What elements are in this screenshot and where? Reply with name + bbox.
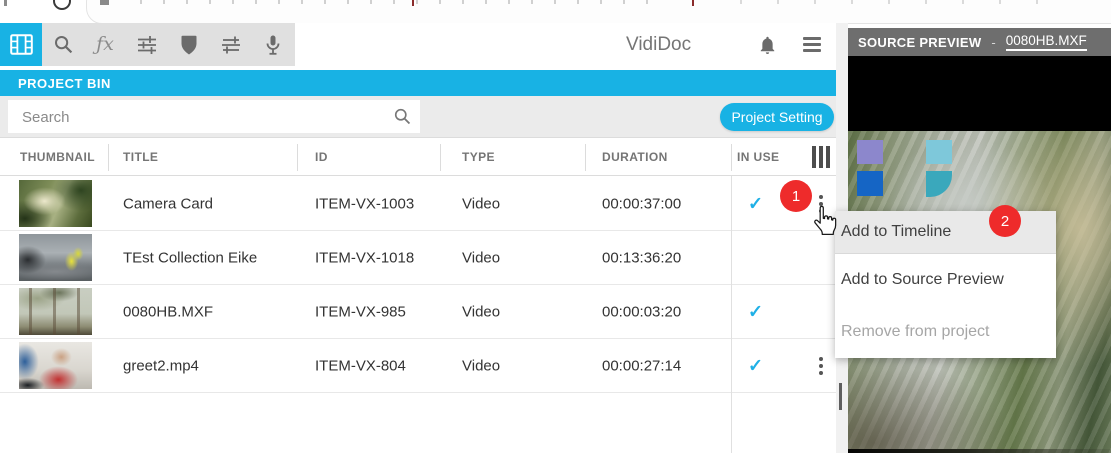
project-setting-button[interactable]: Project Setting bbox=[720, 103, 834, 131]
adjust-sliders-icon bbox=[220, 34, 242, 56]
project-bin-panel: PROJECT BIN Project Setting THUMBNAIL TI… bbox=[0, 70, 836, 453]
search-icon[interactable] bbox=[393, 107, 412, 126]
notifications-bell-icon[interactable] bbox=[758, 34, 777, 60]
project-bin-tool-button[interactable] bbox=[0, 23, 42, 66]
app-header: ƒx bbox=[0, 23, 836, 70]
column-header-title[interactable]: TITLE bbox=[123, 150, 158, 164]
item-id: ITEM-VX-1003 bbox=[315, 195, 414, 212]
row-menu-icon[interactable] bbox=[819, 357, 823, 375]
url-text-fragment bbox=[140, 0, 650, 4]
item-title[interactable]: 0080HB.MXF bbox=[123, 303, 213, 320]
video-letterbox-bottom bbox=[848, 449, 1111, 453]
shield-tool-button[interactable] bbox=[168, 23, 210, 66]
search-tool-button[interactable] bbox=[42, 23, 84, 66]
table-header: THUMBNAIL TITLE ID TYPE DURATION IN USE bbox=[0, 137, 836, 176]
browser-glyph-fragment bbox=[4, 0, 7, 6]
project-bin-title: PROJECT BIN bbox=[0, 70, 836, 96]
column-header-type[interactable]: TYPE bbox=[462, 150, 495, 164]
row-context-menu: Add to Timeline Add to Source Preview Re… bbox=[835, 211, 1056, 358]
item-duration: 00:00:03:20 bbox=[602, 303, 681, 320]
menu-item-remove-from-project: Remove from project bbox=[835, 306, 1056, 358]
item-type: Video bbox=[462, 303, 500, 320]
adjust-sliders-tool-button[interactable] bbox=[210, 23, 252, 66]
item-title[interactable]: Camera Card bbox=[123, 195, 213, 212]
source-preview-clip-name[interactable]: 0080HB.MXF bbox=[1006, 33, 1087, 51]
annotation-badge-2: 2 bbox=[989, 205, 1021, 237]
scrollbar-thumb[interactable] bbox=[839, 383, 842, 410]
table-row[interactable]: TEst Collection Eike ITEM-VX-1018 Video … bbox=[0, 231, 836, 285]
item-type: Video bbox=[462, 357, 500, 374]
url-text-fragment bbox=[740, 0, 1070, 4]
video-thumbnail[interactable] bbox=[19, 234, 92, 281]
video-thumbnail[interactable] bbox=[19, 180, 92, 227]
video-thumbnail[interactable] bbox=[19, 288, 92, 335]
item-duration: 00:13:36:20 bbox=[602, 249, 681, 266]
url-text-fragment bbox=[692, 0, 694, 6]
item-title[interactable]: greet2.mp4 bbox=[123, 357, 199, 374]
microphone-tool-button[interactable] bbox=[252, 23, 294, 66]
column-header-id[interactable]: ID bbox=[315, 150, 328, 164]
in-use-check-icon: ✓ bbox=[748, 355, 763, 376]
search-icon bbox=[53, 34, 74, 55]
browser-icon-fragment bbox=[53, 0, 71, 10]
source-preview-header: SOURCE PREVIEW - 0080HB.MXF bbox=[848, 28, 1111, 56]
hand-cursor-icon bbox=[810, 205, 837, 243]
column-header-in-use[interactable]: IN USE bbox=[737, 150, 779, 164]
watermark-logo-square bbox=[926, 140, 952, 164]
watermark-logo-square bbox=[857, 140, 883, 164]
video-letterbox-top bbox=[848, 56, 1111, 131]
column-header-duration[interactable]: DURATION bbox=[602, 150, 668, 164]
search-input[interactable] bbox=[20, 100, 384, 135]
in-use-check-icon: ✓ bbox=[748, 301, 763, 322]
source-preview-title: SOURCE PREVIEW bbox=[858, 35, 981, 50]
item-title[interactable]: TEst Collection Eike bbox=[123, 249, 257, 266]
item-duration: 00:00:27:14 bbox=[602, 357, 681, 374]
annotation-badge-1: 1 bbox=[780, 180, 812, 212]
menu-item-add-to-timeline[interactable]: Add to Timeline bbox=[835, 211, 1056, 254]
item-type: Video bbox=[462, 249, 500, 266]
item-duration: 00:00:37:00 bbox=[602, 195, 681, 212]
item-id: ITEM-VX-1018 bbox=[315, 249, 414, 266]
item-type: Video bbox=[462, 195, 500, 212]
column-header-thumbnail[interactable]: THUMBNAIL bbox=[20, 150, 95, 164]
fx-icon: ƒx bbox=[96, 35, 114, 54]
browser-icon-fragment bbox=[100, 0, 109, 5]
url-text-fragment bbox=[412, 0, 414, 6]
table-row[interactable]: 0080HB.MXF ITEM-VX-985 Video 00:00:03:20… bbox=[0, 285, 836, 339]
in-use-check-icon: ✓ bbox=[748, 193, 763, 214]
tune-sliders-icon bbox=[136, 34, 158, 56]
table-row[interactable]: Camera Card ITEM-VX-1003 Video 00:00:37:… bbox=[0, 177, 836, 231]
browser-chrome-fragment bbox=[0, 0, 1111, 23]
column-settings-icon[interactable] bbox=[812, 146, 830, 168]
settings-sliders-tool-button[interactable] bbox=[126, 23, 168, 66]
microphone-icon bbox=[263, 34, 283, 56]
search-row: Project Setting bbox=[0, 96, 836, 137]
filmstrip-icon bbox=[10, 34, 33, 55]
shield-icon bbox=[179, 34, 199, 56]
menu-hamburger-icon[interactable] bbox=[803, 37, 821, 52]
app-window: ƒx bbox=[0, 0, 1111, 453]
menu-item-add-to-source-preview[interactable]: Add to Source Preview bbox=[835, 254, 1056, 306]
effects-tool-button[interactable]: ƒx bbox=[84, 23, 126, 66]
search-box[interactable] bbox=[8, 100, 420, 133]
table-row[interactable]: greet2.mp4 ITEM-VX-804 Video 00:00:27:14… bbox=[0, 339, 836, 393]
main-toolbar: ƒx bbox=[0, 23, 295, 66]
item-id: ITEM-VX-985 bbox=[315, 303, 406, 320]
watermark-logo-square bbox=[857, 171, 883, 196]
source-preview-separator: - bbox=[991, 35, 995, 50]
video-thumbnail[interactable] bbox=[19, 342, 92, 389]
item-id: ITEM-VX-804 bbox=[315, 357, 406, 374]
app-title: VidiDoc bbox=[626, 23, 691, 66]
column-divider bbox=[731, 176, 732, 453]
